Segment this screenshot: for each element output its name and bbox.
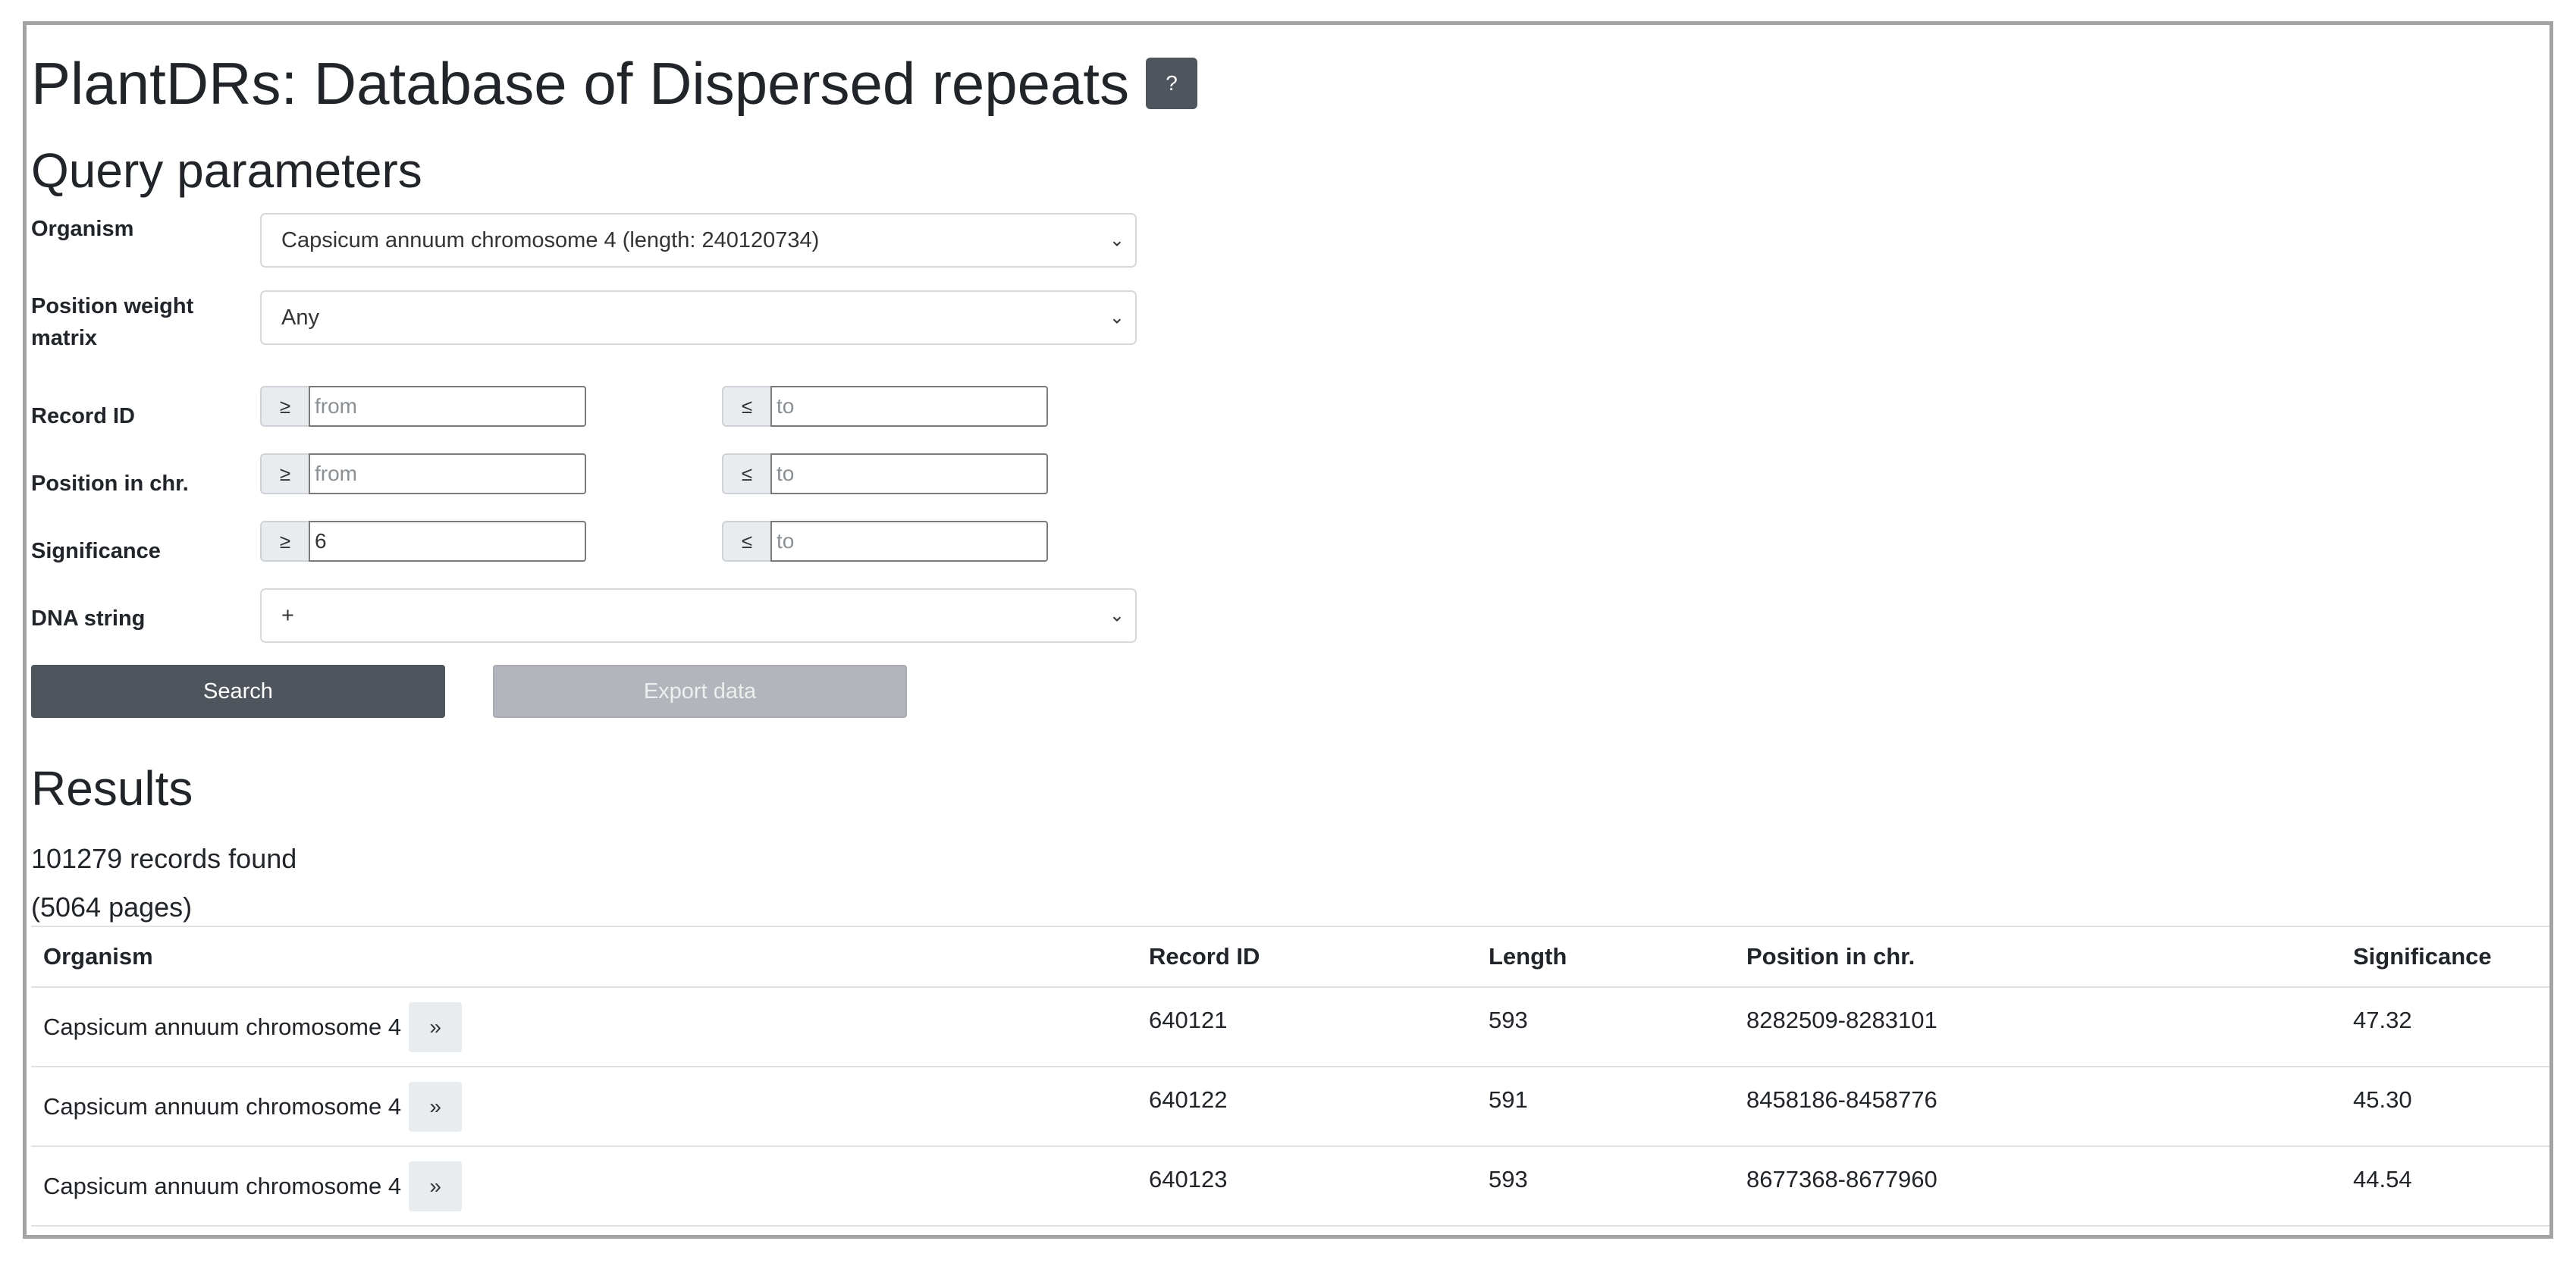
help-button[interactable]: ? xyxy=(1146,58,1198,109)
row-record-id: 640122 xyxy=(1149,1086,1228,1113)
chevron-down-icon: ⌄ xyxy=(1109,230,1125,251)
export-data-button[interactable]: Export data xyxy=(493,665,907,718)
row-length: 593 xyxy=(1489,1166,1528,1192)
less-equal-icon: ≤ xyxy=(722,453,770,494)
search-button[interactable]: Search xyxy=(31,665,445,718)
record-id-label: Record ID xyxy=(31,404,135,428)
table-header: Organism Record ID Length Position in ch… xyxy=(31,926,2549,988)
greater-equal-icon: ≥ xyxy=(260,453,309,494)
row-organism-text: Capsicum annuum chromosome 4 xyxy=(43,1172,402,1199)
page-title-text: PlantDRs: Database of Dispersed repeats xyxy=(31,50,1130,117)
significance-from-group: ≥ 6 xyxy=(260,521,586,562)
page-title: PlantDRs: Database of Dispersed repeats … xyxy=(31,50,1198,117)
position-to-input[interactable]: to xyxy=(770,453,1048,494)
row-significance: 44.54 xyxy=(2353,1166,2412,1192)
row-organism-text: Capsicum annuum chromosome 4 xyxy=(43,1092,402,1120)
pwm-select[interactable]: Any ⌄ xyxy=(260,290,1137,345)
query-parameters-heading: Query parameters xyxy=(31,143,422,198)
table-row: Capsicum annuum chromosome 4 » 640123 59… xyxy=(31,1147,2549,1227)
position-to-group: ≤ to xyxy=(722,453,1048,494)
record-id-from-group: ≥ from xyxy=(260,386,586,427)
expand-row-button[interactable]: » xyxy=(409,1081,463,1132)
row-organism: Capsicum annuum chromosome 4 » xyxy=(43,1147,463,1225)
expand-row-button[interactable]: » xyxy=(409,1161,463,1211)
row-significance: 45.30 xyxy=(2353,1086,2412,1113)
results-heading: Results xyxy=(31,761,193,816)
row-length: 591 xyxy=(1489,1086,1528,1113)
column-header-organism[interactable]: Organism xyxy=(43,927,153,986)
chevron-down-icon: ⌄ xyxy=(1109,307,1125,328)
row-organism: Capsicum annuum chromosome 4 » xyxy=(43,988,463,1066)
row-organism-text: Capsicum annuum chromosome 4 xyxy=(43,1013,402,1040)
pwm-label: Position weight matrix xyxy=(31,294,194,350)
position-label: Position in chr. xyxy=(31,472,189,496)
greater-equal-icon: ≥ xyxy=(260,521,309,562)
results-pages: (5064 pages) xyxy=(31,892,193,923)
column-header-record-id[interactable]: Record ID xyxy=(1149,927,1260,986)
row-organism: Capsicum annuum chromosome 4 » xyxy=(43,1067,463,1145)
dna-string-select[interactable]: + ⌄ xyxy=(260,588,1137,643)
record-id-from-input[interactable]: from xyxy=(309,386,586,427)
record-id-to-group: ≤ to xyxy=(722,386,1048,427)
dna-string-label: DNA string xyxy=(31,606,146,631)
column-header-length[interactable]: Length xyxy=(1489,927,1567,986)
greater-equal-icon: ≥ xyxy=(260,386,309,427)
pwm-select-value: Any xyxy=(281,305,319,330)
organism-select-value: Capsicum annuum chromosome 4 (length: 24… xyxy=(281,227,820,252)
less-equal-icon: ≤ xyxy=(722,386,770,427)
dna-string-select-value: + xyxy=(281,603,294,628)
record-id-to-input[interactable]: to xyxy=(770,386,1048,427)
row-position: 8458186-8458776 xyxy=(1746,1086,1937,1113)
significance-label: Significance xyxy=(31,539,161,563)
row-length: 593 xyxy=(1489,1007,1528,1033)
row-position: 8282509-8283101 xyxy=(1746,1007,1937,1033)
position-from-input[interactable]: from xyxy=(309,453,586,494)
table-row: Capsicum annuum chromosome 4 » 640121 59… xyxy=(31,988,2549,1067)
significance-to-group: ≤ to xyxy=(722,521,1048,562)
table-row: Capsicum annuum chromosome 4 » 640122 59… xyxy=(31,1067,2549,1147)
position-from-group: ≥ from xyxy=(260,453,586,494)
row-position: 8677368-8677960 xyxy=(1746,1166,1937,1192)
row-record-id: 640121 xyxy=(1149,1007,1228,1033)
row-significance: 47.32 xyxy=(2353,1007,2412,1033)
organism-label: Organism xyxy=(31,217,134,241)
column-header-position[interactable]: Position in chr. xyxy=(1746,927,1915,986)
significance-to-input[interactable]: to xyxy=(770,521,1048,562)
results-table: Organism Record ID Length Position in ch… xyxy=(31,926,2549,1227)
row-record-id: 640123 xyxy=(1149,1166,1228,1192)
column-header-significance[interactable]: Significance xyxy=(2353,927,2492,986)
page-frame: PlantDRs: Database of Dispersed repeats … xyxy=(23,21,2553,1239)
significance-from-input[interactable]: 6 xyxy=(309,521,586,562)
expand-row-button[interactable]: » xyxy=(409,1001,463,1052)
results-count: 101279 records found xyxy=(31,843,297,874)
chevron-down-icon: ⌄ xyxy=(1109,605,1125,626)
less-equal-icon: ≤ xyxy=(722,521,770,562)
page-content: PlantDRs: Database of Dispersed repeats … xyxy=(31,25,2549,1235)
organism-select[interactable]: Capsicum annuum chromosome 4 (length: 24… xyxy=(260,213,1137,268)
